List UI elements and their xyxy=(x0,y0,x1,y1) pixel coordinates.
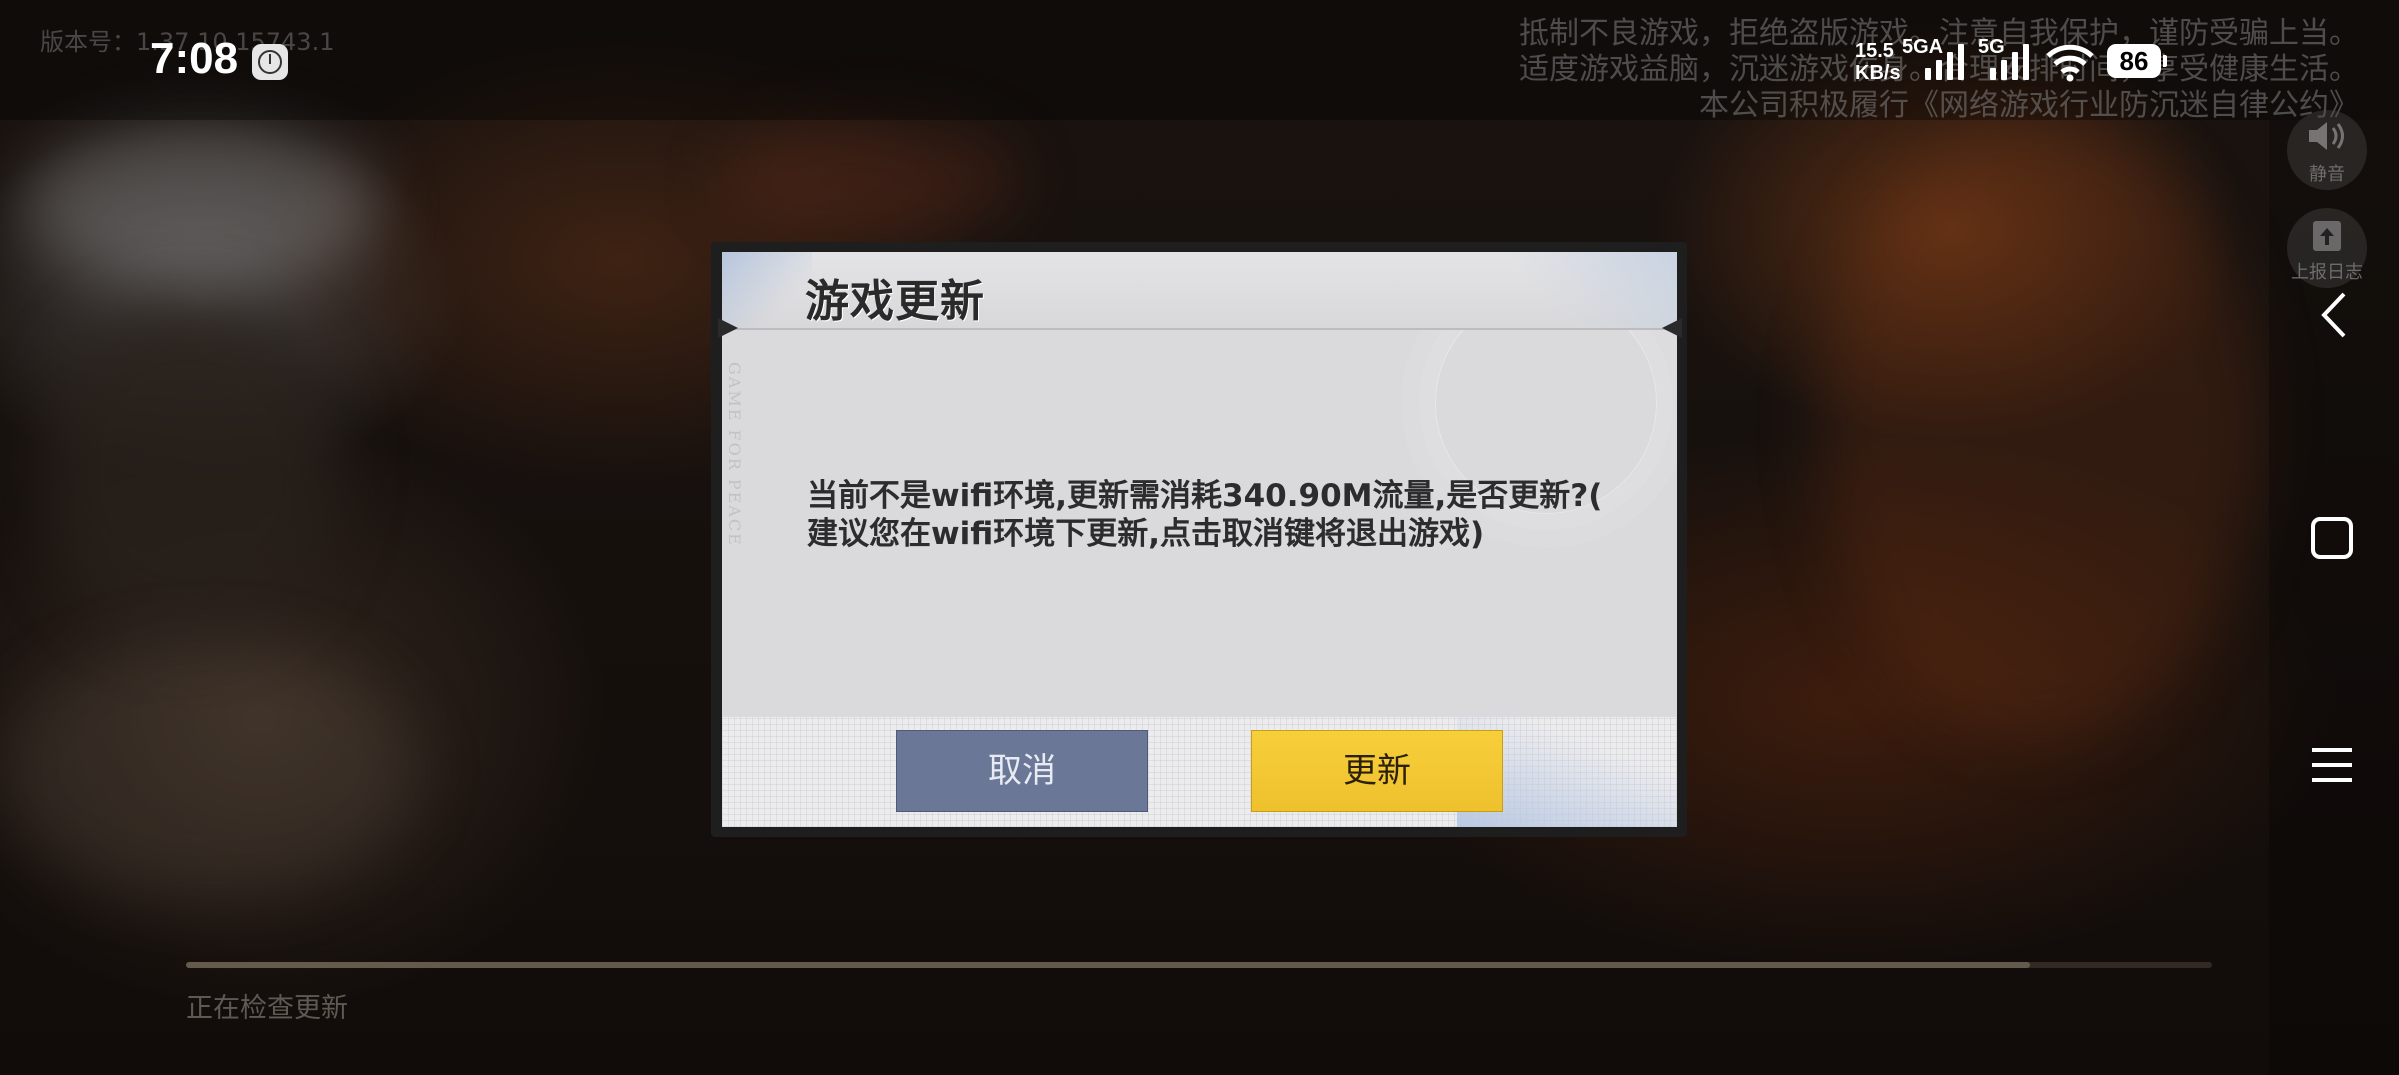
battery-indicator: 86 xyxy=(2107,44,2167,78)
wifi-icon xyxy=(2046,44,2094,82)
update-progress-fill xyxy=(186,962,2030,968)
header-right-notch xyxy=(1662,318,1682,338)
network-speed-value: 15.5 xyxy=(1855,40,1894,62)
report-log-label: 上报日志 xyxy=(2291,262,2363,283)
back-icon[interactable] xyxy=(2316,290,2350,340)
update-button[interactable]: 更新 xyxy=(1251,730,1503,812)
report-log-button[interactable]: 上报日志 xyxy=(2287,208,2367,288)
dialog-side-watermark: GAME FOR PEACE xyxy=(725,362,744,547)
upload-log-icon xyxy=(2313,221,2341,251)
dialog-message: 当前不是wifi环境,更新需消耗340.90M流量,是否更新?( 建议您在wif… xyxy=(807,477,1607,553)
clock-icon xyxy=(252,44,288,80)
dialog-message-line-2: 建议您在wifi环境下更新,点击取消键将退出游戏) xyxy=(807,516,1485,552)
notice-line-3: 本公司积极履行《网络游戏行业防沉迷自律公约》 xyxy=(1699,88,2359,123)
home-icon[interactable] xyxy=(2310,516,2354,560)
network-speed: 15.5 KB/s xyxy=(1855,40,1901,84)
mute-button[interactable]: 静音 xyxy=(2287,110,2367,190)
cell-signal-2-icon xyxy=(1990,44,2029,80)
status-time: 7:08 xyxy=(150,34,239,83)
dialog-title: 游戏更新 xyxy=(805,276,985,327)
network-speed-unit: KB/s xyxy=(1855,62,1901,84)
dialog-header: 游戏更新 xyxy=(722,252,1677,330)
recent-apps-icon[interactable] xyxy=(2312,745,2352,785)
dialog-message-line-1: 当前不是wifi环境,更新需消耗340.90M流量,是否更新?( xyxy=(807,478,1603,514)
header-left-notch xyxy=(718,318,738,338)
progress-status-text: 正在检查更新 xyxy=(186,993,348,1024)
update-dialog: 游戏更新 GAME FOR PEACE 当前不是wifi环境,更新需消耗340.… xyxy=(722,252,1677,827)
cancel-button[interactable]: 取消 xyxy=(896,730,1148,812)
update-progress-bar xyxy=(186,962,2212,968)
dialog-footer xyxy=(722,717,1677,827)
cell-signal-1-icon xyxy=(1925,44,1964,80)
mute-label: 静音 xyxy=(2309,164,2345,185)
speaker-icon xyxy=(2309,122,2344,150)
